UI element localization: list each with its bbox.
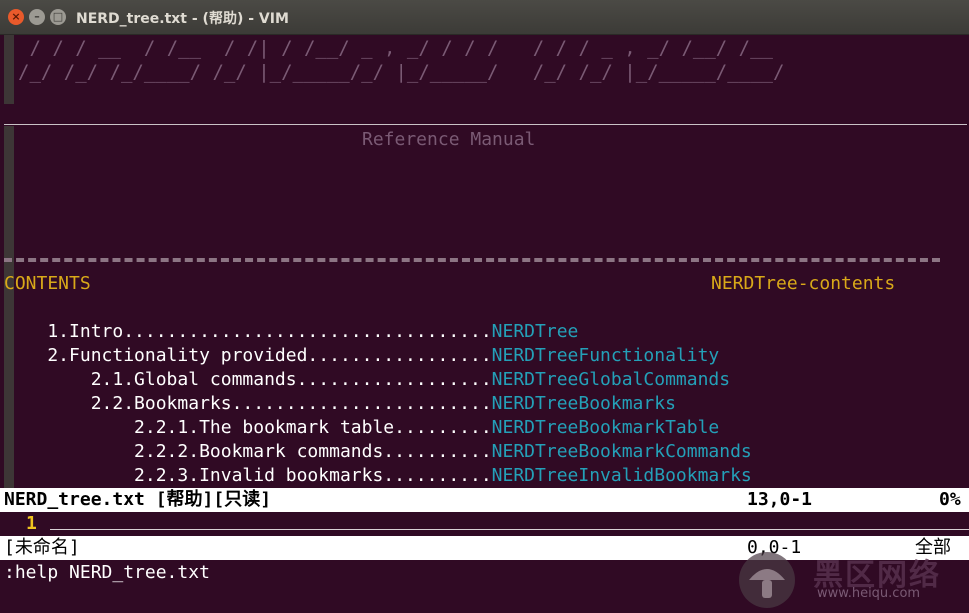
toc-item-text: 2.Functionality provided................…	[4, 345, 492, 366]
toc-item: 2.2.Bookmarks........................NER…	[4, 392, 676, 416]
toc-item-tag[interactable]: NERDTreeBookmarkCommands	[492, 441, 752, 462]
status-percent: 0%	[939, 489, 961, 510]
toc-item-text: 1.Intro.................................…	[4, 321, 492, 342]
toc-item-tag[interactable]: NERDTree	[492, 321, 579, 342]
toc-item: 2.2.1.The bookmark table.........NERDTre…	[4, 416, 719, 440]
contents-label: CONTENTS	[4, 273, 91, 294]
toc-item: 2.2.2.Bookmark commands..........NERDTre…	[4, 440, 752, 464]
minimize-icon[interactable]: –	[29, 9, 45, 25]
status-file: NERD_tree.txt [帮助][只读]	[4, 489, 272, 510]
toc-item-text: 2.1.Global commands..................	[4, 369, 492, 390]
command-line[interactable]: :help NERD_tree.txt	[4, 561, 210, 585]
status-file: [未命名]	[4, 537, 80, 558]
toc-item-text: 2.2.2.Bookmark commands..........	[4, 441, 492, 462]
toc-item-tag[interactable]: NERDTreeBookmarkTable	[492, 417, 720, 438]
status-line-help: NERD_tree.txt [帮助][只读] 13,0-1 0%	[0, 488, 969, 512]
toc-item: 1.Intro.................................…	[4, 320, 578, 344]
toc-item-text: 2.2.Bookmarks........................	[4, 393, 492, 414]
close-icon[interactable]: ×	[8, 9, 24, 25]
toc-item-text: 2.2.3.Invalid bookmarks..........	[4, 465, 492, 486]
toc-item-tag[interactable]: NERDTreeInvalidBookmarks	[492, 465, 752, 486]
separator-line	[4, 124, 967, 125]
toc-item-text: 2.2.1.The bookmark table.........	[4, 417, 492, 438]
toc-item-tag[interactable]: NERDTreeBookmarks	[492, 393, 676, 414]
watermark: 黑区网络 www.heiqu.com	[735, 548, 965, 610]
toc-item: 2.Functionality provided................…	[4, 344, 719, 368]
line-number: 1	[26, 513, 37, 534]
status-position: 13,0-1	[747, 489, 813, 510]
toc-item: 2.1.Global commands..................NER…	[4, 368, 730, 392]
gutter-mark	[4, 35, 14, 104]
toc-item: 2.2.3.Invalid bookmarks..........NERDTre…	[4, 464, 752, 488]
watermark-url: www.heiqu.com	[817, 586, 921, 601]
ascii-art-line-1: / / / __ / /__ / /| / /__/ _ , _/ / / / …	[18, 37, 773, 59]
ascii-art-line-2: /_/ /_/ /_/____/ /_/ |_/_____/_/ |_/____…	[18, 61, 785, 83]
toc-item-tag[interactable]: NERDTreeFunctionality	[492, 345, 720, 366]
reference-manual-heading: Reference Manual	[362, 129, 536, 150]
equals-separator	[4, 258, 940, 262]
window-title: NERD_tree.txt - (帮助) - VIM	[76, 11, 289, 27]
title-bar: × – □ NERD_tree.txt - (帮助) - VIM	[0, 0, 969, 35]
contents-tag: NERDTree-contents	[711, 273, 896, 294]
cursor-line	[50, 529, 969, 530]
mushroom-logo-icon	[739, 552, 795, 608]
toc-item-tag[interactable]: NERDTreeGlobalCommands	[492, 369, 730, 390]
maximize-icon[interactable]: □	[50, 9, 66, 25]
